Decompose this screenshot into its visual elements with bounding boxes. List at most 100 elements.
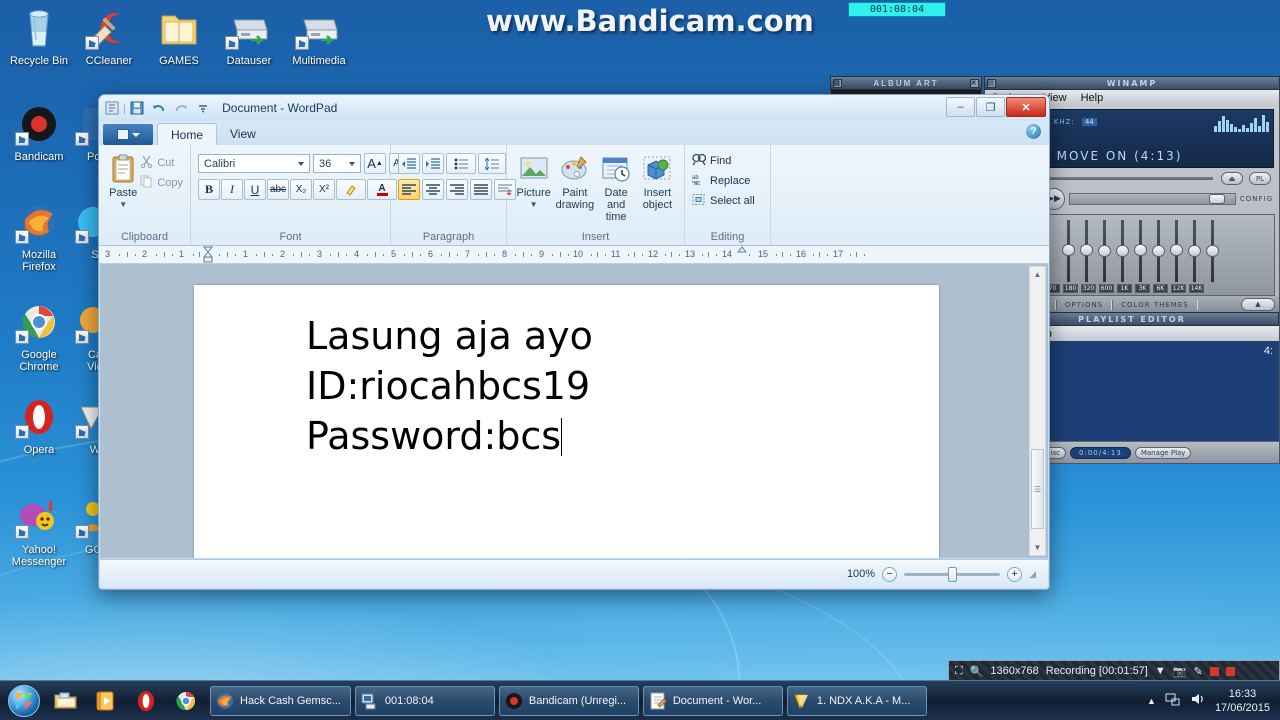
bandicam-zoom-icon[interactable]: 🔍 xyxy=(970,665,984,678)
bandicam-screenshot-icon[interactable]: 📷 xyxy=(1173,665,1187,678)
font-row-2[interactable]: B I U abc X₂ X² A xyxy=(198,179,398,200)
volume-knob[interactable] xyxy=(1208,194,1225,204)
eq-band-1k[interactable] xyxy=(1133,220,1148,282)
find-button[interactable]: Find xyxy=(692,151,731,171)
show-hidden-icons-button[interactable]: ▲ xyxy=(1147,696,1156,706)
bandicam-window-mode-icon[interactable]: ⛶ xyxy=(955,665,963,678)
wordpad-document-area[interactable]: Lasung aja ayo ID:riocahbcs19 Password:b… xyxy=(100,264,1048,558)
wordpad-ribbon[interactable]: Paste ▼ Cut Copy Clipboard Calibri 36 A … xyxy=(99,145,1049,246)
minimize-button[interactable]: – xyxy=(946,97,975,117)
bold-button[interactable]: B xyxy=(198,179,220,200)
zoom-out-button[interactable]: − xyxy=(882,566,898,582)
wordpad-file-menu-button[interactable] xyxy=(103,124,153,145)
volume-icon[interactable] xyxy=(1190,691,1206,710)
wordpad-status-bar[interactable]: 100% − + ◢ xyxy=(100,559,1048,588)
superscript-button[interactable]: X² xyxy=(313,179,335,200)
italic-button[interactable]: I xyxy=(221,179,243,200)
date-and-time-button[interactable]: Date and time xyxy=(597,151,636,223)
quick-launch-explorer[interactable] xyxy=(46,683,86,719)
bandicam-pause-icon[interactable] xyxy=(1209,666,1219,676)
bandicam-draw-icon[interactable]: ✎ xyxy=(1193,665,1202,678)
paragraph-row-1[interactable] xyxy=(398,153,506,174)
scroll-up-icon[interactable]: ▲ xyxy=(1030,267,1045,282)
quick-launch-media-player[interactable] xyxy=(86,683,126,719)
eq-band-600[interactable] xyxy=(1115,220,1130,282)
eq-knob[interactable] xyxy=(1080,244,1093,256)
network-icon[interactable] xyxy=(1165,691,1181,710)
desktop-icon-yahoo-messenger[interactable]: Yahoo! Messenger xyxy=(0,495,78,568)
winamp-eject-button[interactable]: ⏏ xyxy=(1221,172,1243,185)
resize-grip-icon[interactable]: ◢ xyxy=(1029,569,1036,580)
indent-marker[interactable] xyxy=(202,246,214,263)
bullets-button[interactable] xyxy=(446,153,476,174)
quick-launch-chrome[interactable] xyxy=(166,683,206,719)
strikethrough-button[interactable]: abc xyxy=(267,179,289,200)
text-highlight-button[interactable] xyxy=(336,179,366,200)
align-left-button[interactable] xyxy=(398,179,420,200)
volume-slider[interactable] xyxy=(1069,193,1236,205)
maximize-button[interactable]: ❐ xyxy=(976,97,1005,117)
album-art-menu-icon[interactable]: ▤ xyxy=(833,78,842,88)
align-right-button[interactable] xyxy=(446,179,468,200)
quick-launch-opera[interactable] xyxy=(126,683,166,719)
underline-button[interactable]: U xyxy=(244,179,266,200)
eq-band-70[interactable] xyxy=(1061,220,1076,282)
album-art-close-icon[interactable]: ✕ xyxy=(970,78,979,88)
eq-knob[interactable] xyxy=(1134,244,1147,256)
taskbar-item-firefox[interactable]: Hack Cash Gemsc... xyxy=(210,685,351,716)
wordpad-ribbon-tabs[interactable]: Home View ? xyxy=(99,121,1049,145)
desktop-icon-ccleaner[interactable]: CCleaner xyxy=(70,6,148,67)
desktop-icon-datauser[interactable]: Datauser xyxy=(210,6,288,67)
eq-band-180[interactable] xyxy=(1079,220,1094,282)
desktop-icon-recycle-bin[interactable]: Recycle Bin xyxy=(0,6,78,67)
album-art-titlebar[interactable]: ▤ ALBUM ART ✕ xyxy=(830,76,982,90)
eq-knob[interactable] xyxy=(1206,245,1219,257)
desktop-icon-games[interactable]: GAMES xyxy=(140,6,218,67)
replace-button[interactable]: ab ac Replace xyxy=(691,171,750,191)
desktop-icon-mozilla-firefox[interactable]: Mozilla Firefox xyxy=(0,200,78,273)
eq-knob[interactable] xyxy=(1170,244,1183,256)
decrease-indent-button[interactable] xyxy=(398,153,420,174)
taskbar-item-wordpad[interactable]: Document - Wor... xyxy=(642,685,783,716)
eq-knob[interactable] xyxy=(1116,245,1129,257)
increase-indent-button[interactable] xyxy=(422,153,444,174)
grow-font-button[interactable]: A ▲ xyxy=(364,153,386,174)
align-center-button[interactable] xyxy=(422,179,444,200)
eq-band-6k[interactable] xyxy=(1169,220,1184,282)
winamp-config-label[interactable]: CONFIG xyxy=(1240,195,1273,203)
wordpad-ruler[interactable]: 3 2 1 1 2 3 4 5 6 7 8 9 10 11 12 13 14 1… xyxy=(99,246,1049,264)
eq-collapse-button[interactable]: ▲ xyxy=(1241,297,1275,311)
winamp-menu-help[interactable]: Help xyxy=(1081,92,1104,104)
eq-band-320[interactable] xyxy=(1097,220,1112,282)
insert-object-button[interactable]: Insert object xyxy=(638,151,677,211)
desktop-icon-google-chrome[interactable]: Google Chrome xyxy=(0,300,78,373)
bandicam-control-bar[interactable]: ⛶ 🔍 1360x768 Recording [00:01:57] ▼ 📷 ✎ xyxy=(948,660,1280,682)
eq-band-12k[interactable] xyxy=(1187,220,1202,282)
redo-icon[interactable] xyxy=(171,98,191,118)
tab-home[interactable]: Home xyxy=(157,123,218,145)
font-family-select[interactable]: Calibri xyxy=(198,154,310,173)
line-spacing-button[interactable] xyxy=(478,153,506,174)
document-vertical-scrollbar[interactable]: ▲ ☰ ▼ xyxy=(1029,266,1046,556)
zoom-slider[interactable] xyxy=(904,566,1001,582)
winamp-menu-icon[interactable]: ▤ xyxy=(987,78,996,88)
wordpad-app-icon[interactable] xyxy=(102,98,122,118)
taskbar-item-bandicam[interactable]: Bandicam (Unregi... xyxy=(498,685,639,716)
insert-picture-button[interactable]: Picture ▼ xyxy=(514,151,553,211)
save-icon[interactable] xyxy=(127,98,147,118)
scroll-down-icon[interactable]: ▼ xyxy=(1030,540,1045,555)
paint-drawing-button[interactable]: Paint drawing xyxy=(555,151,594,211)
undo-icon[interactable] xyxy=(149,98,169,118)
justify-button[interactable] xyxy=(470,179,492,200)
bandicam-stop-icon[interactable] xyxy=(1225,666,1235,676)
taskbar-item-winamp[interactable]: 1. NDX A.K.A - M... xyxy=(786,685,927,716)
close-button[interactable]: ✕ xyxy=(1006,97,1046,117)
taskbar[interactable]: Hack Cash Gemsc... 001:08:04 Bandicam (U… xyxy=(0,680,1280,720)
winamp-titlebar[interactable]: ▤ WINAMP xyxy=(984,76,1280,90)
eq-knob[interactable] xyxy=(1152,245,1165,257)
start-button[interactable] xyxy=(2,683,46,719)
taskbar-clock[interactable]: 16:33 17/06/2015 xyxy=(1215,687,1270,715)
paragraph-row-2[interactable] xyxy=(398,179,516,200)
copy-button[interactable]: Copy xyxy=(140,173,183,193)
tab-view[interactable]: View xyxy=(217,123,269,145)
